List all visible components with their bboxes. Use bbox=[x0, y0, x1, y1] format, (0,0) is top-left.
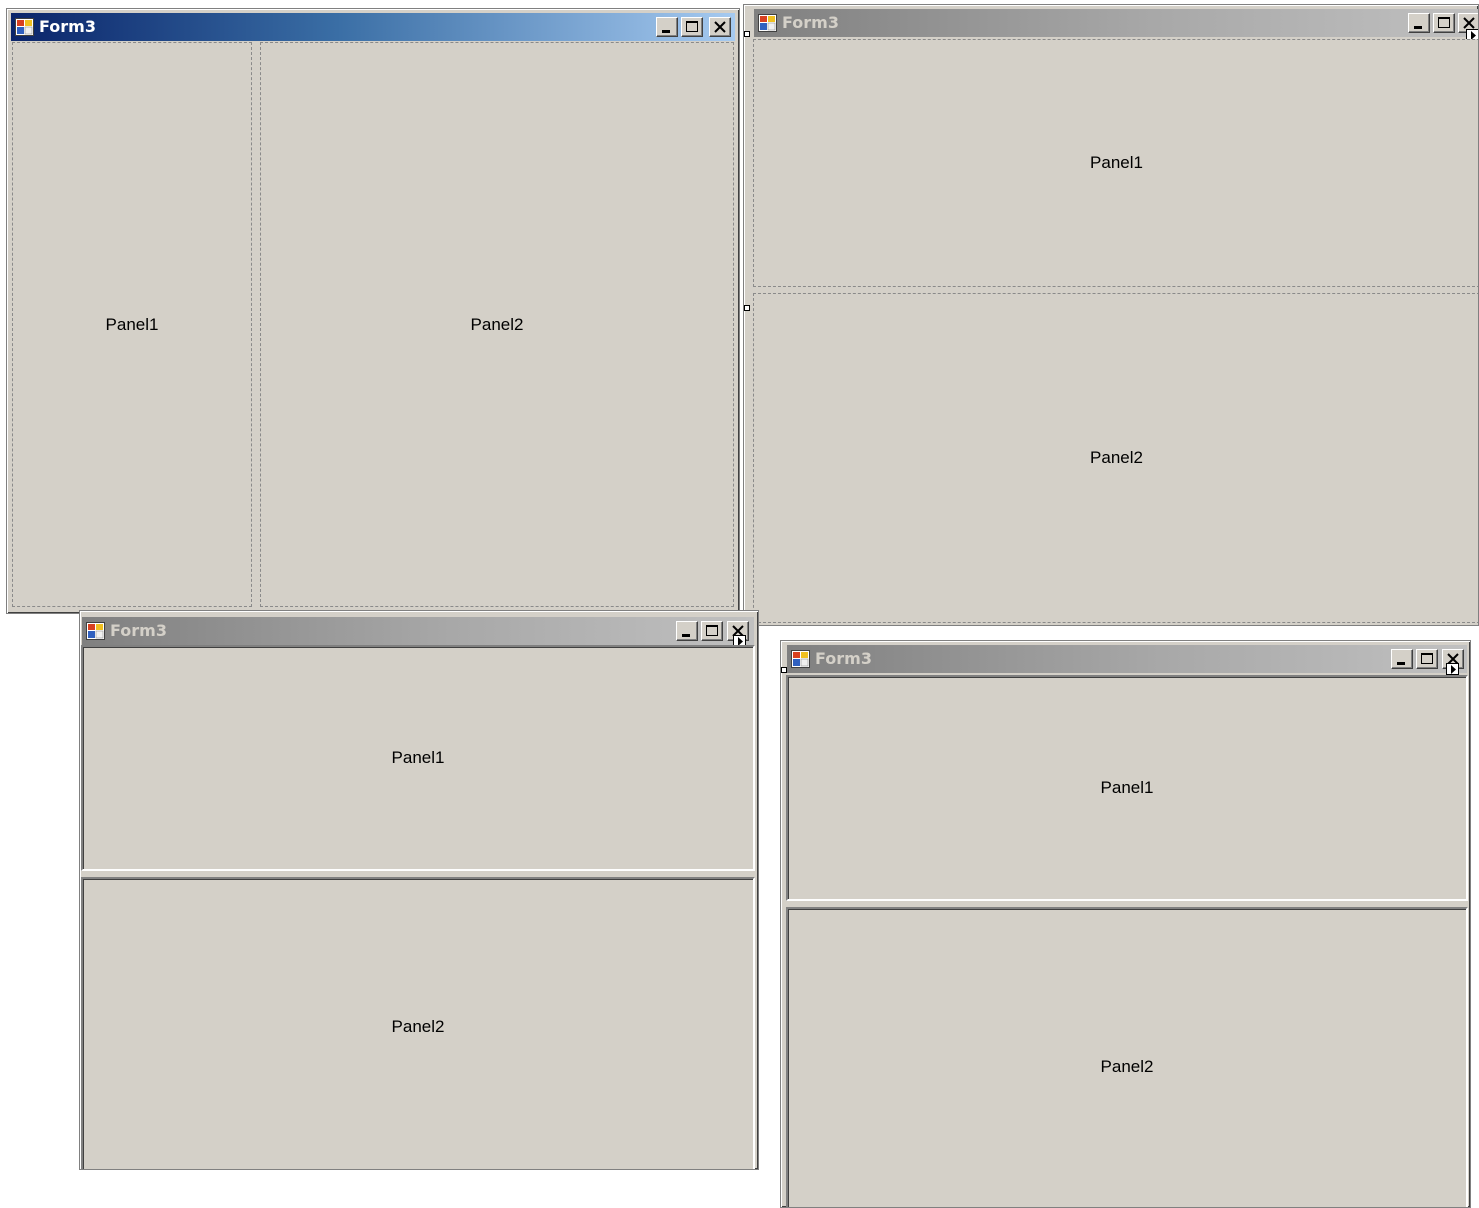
split-panel-1[interactable]: Panel1 bbox=[786, 675, 1468, 901]
split-container: Panel1 Panel2 bbox=[752, 39, 1478, 625]
window-title: Form3 bbox=[815, 649, 872, 668]
maximize-icon bbox=[1438, 17, 1450, 28]
maximize-icon bbox=[706, 625, 718, 636]
panel-label: Panel1 bbox=[105, 314, 159, 334]
panel-label: Panel2 bbox=[391, 1017, 445, 1036]
resize-grip-left-middle[interactable] bbox=[744, 305, 750, 311]
resize-grip-left[interactable] bbox=[744, 31, 750, 37]
minimize-button[interactable] bbox=[1408, 13, 1430, 33]
maximize-icon bbox=[686, 21, 698, 32]
split-panel-2[interactable]: Panel2 bbox=[81, 877, 755, 1169]
split-panel-2[interactable]: Panel2 bbox=[260, 42, 734, 607]
close-icon bbox=[714, 21, 726, 33]
smart-tag-button[interactable] bbox=[1446, 663, 1459, 675]
split-container: Panel1 Panel2 bbox=[786, 675, 1468, 1207]
panel-label: Panel2 bbox=[1090, 448, 1143, 467]
minimize-button[interactable] bbox=[676, 621, 698, 641]
form3-window-vertical-split[interactable]: Form3 Panel1 Panel2 bbox=[6, 8, 740, 614]
split-panel-1[interactable]: Panel1 bbox=[12, 42, 252, 607]
title-bar[interactable]: Form3 bbox=[82, 617, 754, 645]
maximize-button[interactable] bbox=[701, 621, 723, 641]
window-title: Form3 bbox=[782, 13, 839, 32]
title-bar[interactable]: Form3 bbox=[787, 645, 1467, 673]
form3-window-horizontal-split-3d[interactable]: Form3 Panel1 Panel2 bbox=[79, 610, 759, 1170]
split-panel-2[interactable]: Panel2 bbox=[753, 293, 1478, 623]
split-container: Panel1 Panel2 bbox=[81, 645, 755, 1169]
form-app-icon bbox=[15, 18, 34, 36]
form3-window-horizontal-split-3d[interactable]: Form3 Panel1 Panel2 bbox=[780, 640, 1471, 1208]
form-app-icon bbox=[758, 14, 777, 32]
maximize-icon bbox=[1421, 653, 1433, 664]
form-app-icon bbox=[86, 622, 105, 640]
window-title: Form3 bbox=[110, 621, 167, 640]
minimize-icon bbox=[1414, 26, 1422, 29]
form-app-icon bbox=[791, 650, 810, 668]
maximize-button[interactable] bbox=[1416, 649, 1438, 669]
title-bar[interactable]: Form3 bbox=[754, 9, 1478, 37]
maximize-button[interactable] bbox=[1433, 13, 1455, 33]
smart-tag-arrow-icon bbox=[1451, 665, 1456, 674]
minimize-button[interactable] bbox=[1391, 649, 1413, 669]
minimize-icon bbox=[682, 634, 690, 637]
panel-label: Panel1 bbox=[391, 748, 445, 767]
close-button[interactable] bbox=[709, 17, 731, 37]
panel-label: Panel2 bbox=[470, 314, 524, 334]
split-panel-1[interactable]: Panel1 bbox=[81, 645, 755, 871]
title-bar[interactable]: Form3 bbox=[11, 13, 735, 41]
split-panel-1[interactable]: Panel1 bbox=[753, 39, 1478, 287]
form3-window-horizontal-split[interactable]: Form3 Panel1 Panel2 bbox=[743, 4, 1479, 626]
split-container: Panel1 Panel2 bbox=[11, 41, 735, 609]
minimize-button[interactable] bbox=[656, 17, 678, 37]
panel-label: Panel1 bbox=[1090, 153, 1143, 172]
window-title: Form3 bbox=[39, 17, 96, 36]
minimize-icon bbox=[1397, 662, 1405, 665]
resize-grip-left[interactable] bbox=[781, 667, 787, 673]
split-panel-2[interactable]: Panel2 bbox=[786, 907, 1468, 1207]
panel-label: Panel2 bbox=[1100, 1057, 1154, 1076]
minimize-icon bbox=[662, 30, 670, 33]
panel-label: Panel1 bbox=[1100, 778, 1154, 797]
maximize-button[interactable] bbox=[681, 17, 703, 37]
